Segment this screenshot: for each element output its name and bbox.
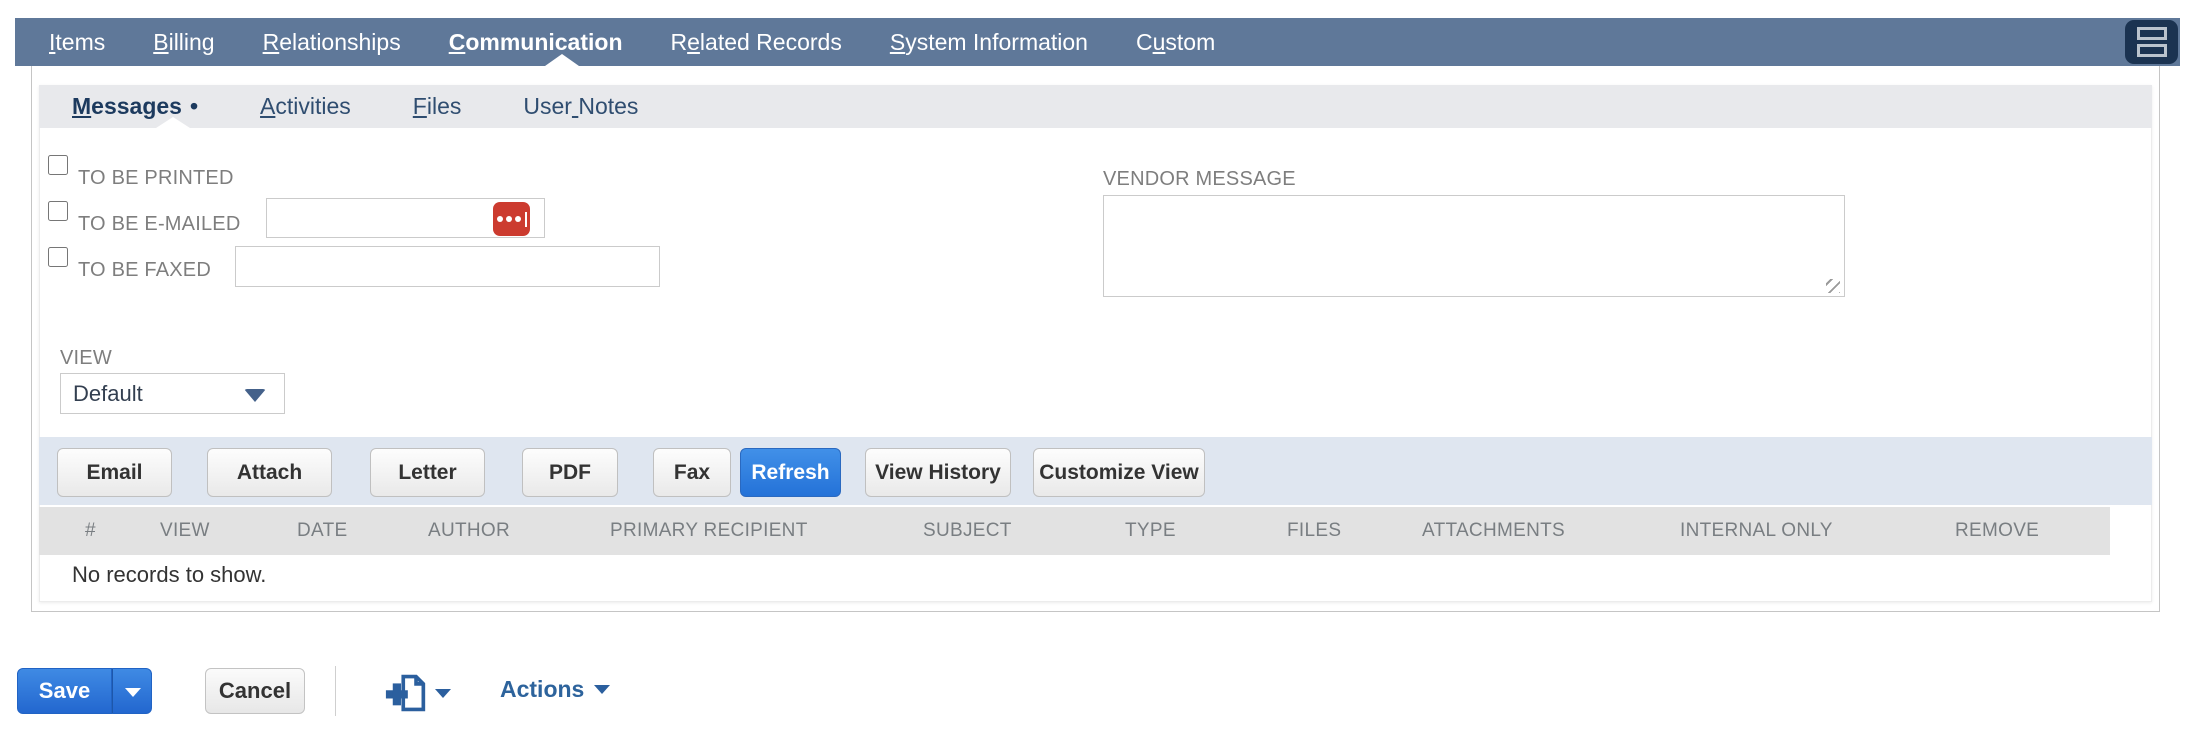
active-tab-pointer [545,54,579,66]
chevron-down-icon [244,389,266,402]
vendor-message-textarea[interactable] [1103,195,1845,297]
save-dropdown-chevron-down-icon[interactable] [112,668,152,714]
vendor-message-label: VENDOR MESSAGE [1103,168,1296,190]
view-label: VIEW [60,347,112,369]
textarea-resize-grip-icon[interactable] [1826,279,1840,293]
customize-view-button[interactable]: Customize View [1033,448,1205,497]
nav-tab-custom[interactable]: Custom [1136,29,1215,56]
empty-table-message: No records to show. [72,562,267,587]
nav-tab-related-records[interactable]: Related Records [671,29,842,56]
email-button[interactable]: Email [57,448,172,497]
fax-number-input[interactable] [235,246,660,287]
subtab-bar: Messages • Activities Files User Notes [39,85,2152,128]
view-history-button[interactable]: View History [865,448,1011,497]
pdf-button[interactable]: PDF [522,448,618,497]
letter-button[interactable]: Letter [370,448,485,497]
subtab-activities[interactable]: Activities [260,93,351,120]
attach-button[interactable]: Attach [207,448,332,497]
fax-button[interactable]: Fax [653,448,731,497]
col-remove: REMOVE [1955,520,2040,541]
col-date: DATE [297,520,348,541]
col-primary-recipient: PRIMARY RECIPIENT [610,520,808,541]
cancel-button[interactable]: Cancel [205,668,305,714]
subtab-user-notes[interactable]: User Notes [523,93,638,120]
col-internal-only: INTERNAL ONLY [1680,520,1833,541]
save-button[interactable]: Save [17,668,112,714]
chevron-down-icon [594,685,611,694]
record-tab-bar: Items Billing Relationships Communicatio… [15,18,2180,66]
subtab-files[interactable]: Files [413,93,462,120]
subtab-content-dot: • [189,93,199,119]
col-author: AUTHOR [428,520,511,541]
col-type: TYPE [1125,520,1176,541]
view-select-value: Default [73,380,143,406]
refresh-button[interactable]: Refresh [740,448,841,497]
nav-tab-communication[interactable]: Communication [449,29,623,56]
footer-divider [335,666,336,716]
toggle-row-bottom [2136,44,2167,57]
view-select[interactable]: Default [60,373,285,414]
to-be-emailed-label: TO BE E-MAILED [78,213,241,235]
form-layout-toggle-icon[interactable] [2125,20,2178,64]
add-record-icon [385,674,426,712]
nav-tab-items[interactable]: Items [49,29,105,56]
open-multiline-editor-icon[interactable] [493,202,530,236]
col-view: VIEW [160,520,210,541]
nav-tab-billing[interactable]: Billing [153,29,214,56]
col-subject: SUBJECT [923,520,1012,541]
active-subtab-pointer [156,117,190,128]
subtab-messages[interactable]: Messages • [72,93,198,120]
toggle-row-top [2136,27,2167,40]
add-record-button[interactable] [385,671,451,715]
messages-table-header: # VIEW DATE AUTHOR PRIMARY RECIPIENT SUB… [39,507,2110,555]
col-number: # [85,520,96,541]
to-be-faxed-checkbox[interactable] [48,247,68,267]
to-be-emailed-checkbox[interactable] [48,201,68,221]
to-be-printed-label: TO BE PRINTED [78,167,234,189]
col-attachments: ATTACHMENTS [1422,520,1565,541]
to-be-faxed-label: TO BE FAXED [78,259,211,281]
chevron-down-icon [435,688,451,698]
to-be-printed-checkbox[interactable] [48,155,68,175]
netsuite-record-page: Items Billing Relationships Communicatio… [0,0,2192,729]
nav-tab-relationships[interactable]: Relationships [263,29,401,56]
actions-menu-button[interactable]: Actions [500,676,611,703]
col-files: FILES [1287,520,1342,541]
nav-tab-system-information[interactable]: System Information [890,29,1088,56]
